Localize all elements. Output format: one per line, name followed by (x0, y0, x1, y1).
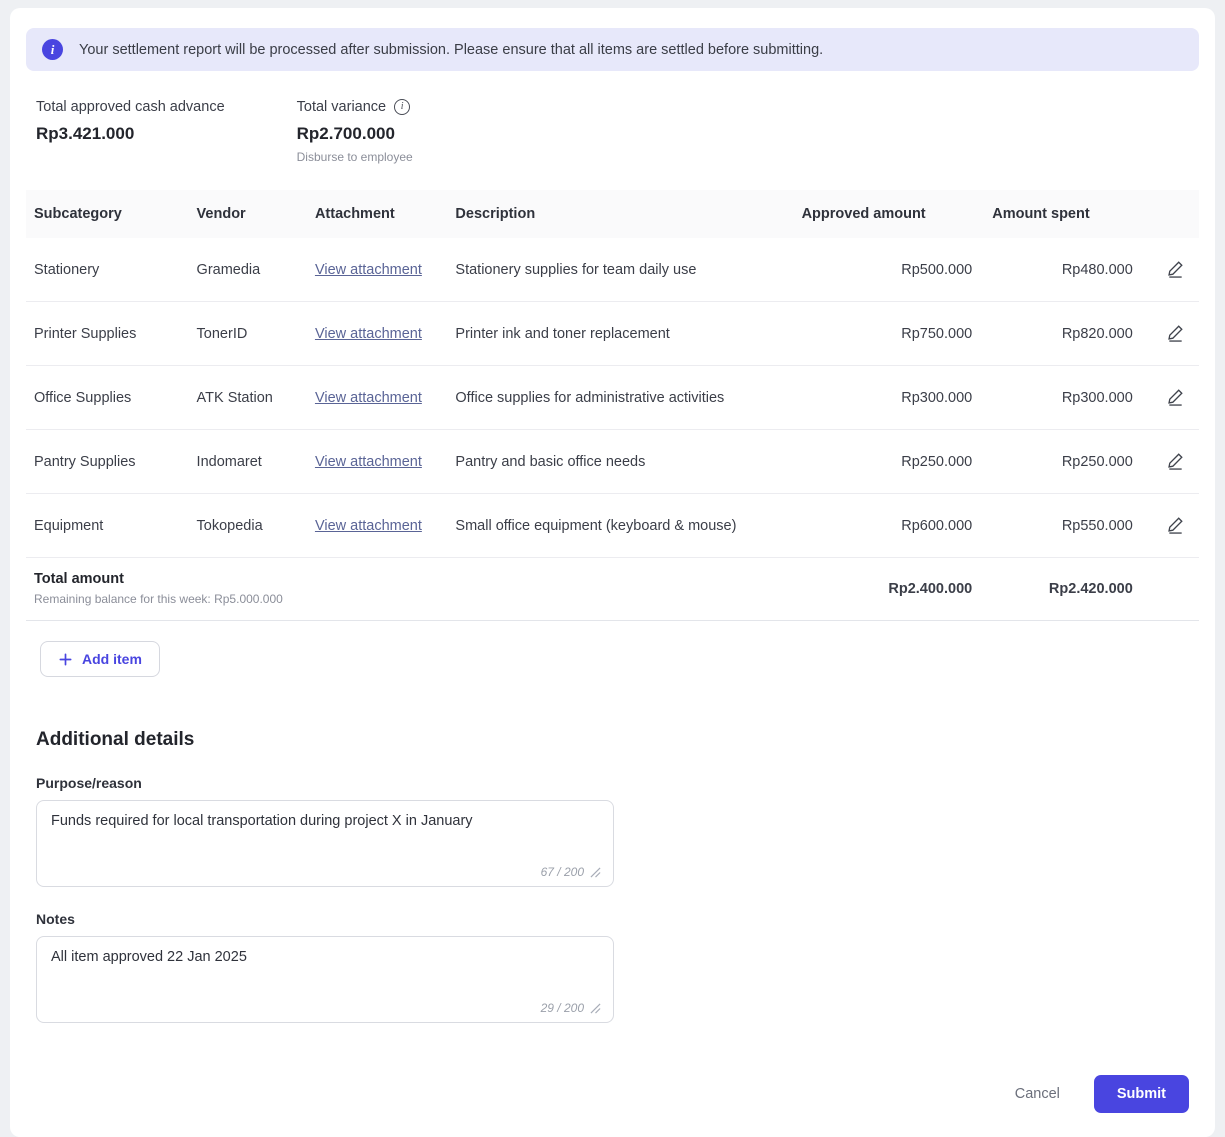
table-header-row: Subcategory Vendor Attachment Descriptio… (26, 190, 1199, 238)
additional-details-title: Additional details (36, 729, 195, 750)
cell-vendor: Gramedia (188, 238, 307, 302)
summary-section: Total approved cash advance Rp3.421.000 … (36, 99, 1189, 164)
table-row: Stationery Gramedia View attachment Stat… (26, 238, 1199, 302)
cell-vendor: TonerID (188, 301, 307, 366)
plus-icon (58, 652, 73, 667)
total-variance-block: Total variance i Rp2.700.000 Disburse to… (297, 99, 413, 164)
cell-description: Small office equipment (keyboard & mouse… (447, 493, 794, 558)
cell-subcategory: Pantry Supplies (26, 429, 189, 494)
header-attachment: Attachment (306, 190, 448, 238)
cell-subcategory: Stationery (26, 238, 189, 302)
purpose-textarea[interactable]: Funds required for local transportation … (51, 813, 599, 855)
total-approved-value: Rp2.400.000 (793, 557, 985, 621)
info-banner: i Your settlement report will be process… (26, 28, 1199, 71)
remaining-balance-note: Remaining balance for this week: Rp5.000… (34, 592, 283, 606)
header-description: Description (447, 190, 794, 238)
purpose-field-wrap: Funds required for local transportation … (36, 800, 614, 887)
variance-note: Disburse to employee (296, 150, 413, 164)
add-item-label: Add item (82, 651, 142, 667)
total-variance-label: Total variance (296, 99, 387, 115)
cell-spent: Rp550.000 (984, 493, 1145, 558)
cell-spent: Rp300.000 (984, 365, 1145, 430)
edit-row-button[interactable] (1164, 513, 1187, 536)
pencil-icon (1166, 389, 1185, 409)
add-item-button[interactable]: Add item (40, 641, 160, 677)
cell-subcategory: Office Supplies (26, 365, 189, 430)
notes-char-counter: 29 / 200 (541, 1001, 601, 1015)
total-row: Total amount Remaining balance for this … (26, 557, 1199, 621)
edit-row-button[interactable] (1164, 257, 1187, 280)
pencil-icon (1166, 517, 1185, 537)
pencil-icon (1166, 325, 1185, 345)
cell-approved: Rp750.000 (793, 301, 985, 366)
view-attachment-link[interactable]: View attachment (315, 326, 422, 342)
header-amount-spent: Amount spent (984, 190, 1145, 238)
cell-spent: Rp250.000 (984, 429, 1145, 494)
cell-approved: Rp250.000 (793, 429, 985, 494)
approved-cash-advance-value: Rp3.421.000 (36, 124, 135, 143)
cell-spent: Rp480.000 (984, 238, 1145, 302)
header-vendor: Vendor (188, 190, 307, 238)
table-row: Equipment Tokopedia View attachment Smal… (26, 493, 1199, 558)
cell-vendor: Tokopedia (188, 493, 307, 558)
submit-button[interactable]: Submit (1093, 1075, 1189, 1113)
info-icon: i (42, 39, 63, 60)
header-subcategory: Subcategory (26, 190, 189, 238)
cell-subcategory: Printer Supplies (26, 301, 189, 366)
settlement-report-card: i Your settlement report will be process… (10, 8, 1215, 1137)
purpose-char-counter: 67 / 200 (541, 865, 601, 879)
edit-row-button[interactable] (1164, 385, 1187, 408)
settlement-items-table: Subcategory Vendor Attachment Descriptio… (26, 190, 1199, 621)
cancel-button[interactable]: Cancel (1011, 1078, 1064, 1110)
cell-description: Printer ink and toner replacement (447, 301, 794, 366)
variance-info-icon[interactable]: i (394, 99, 411, 115)
cell-approved: Rp300.000 (793, 365, 985, 430)
cell-description: Stationery supplies for team daily use (447, 238, 794, 302)
banner-text: Your settlement report will be processed… (79, 41, 824, 58)
header-actions (1144, 190, 1199, 238)
cell-vendor: ATK Station (188, 365, 307, 430)
notes-field-wrap: All item approved 22 Jan 2025 29 / 200 (36, 936, 614, 1023)
edit-row-button[interactable] (1164, 449, 1187, 472)
edit-row-button[interactable] (1164, 321, 1187, 344)
cell-approved: Rp500.000 (793, 238, 985, 302)
footer-actions: Cancel Submit (26, 1075, 1189, 1113)
total-variance-value: Rp2.700.000 (296, 124, 395, 143)
cell-description: Pantry and basic office needs (447, 429, 794, 494)
cell-subcategory: Equipment (26, 493, 189, 558)
pencil-icon (1166, 453, 1185, 473)
pencil-icon (1166, 261, 1185, 281)
cell-approved: Rp600.000 (793, 493, 985, 558)
total-amount-label: Total amount (34, 571, 124, 587)
view-attachment-link[interactable]: View attachment (315, 454, 422, 470)
header-approved-amount: Approved amount (793, 190, 985, 238)
resize-grip-icon[interactable] (590, 866, 601, 878)
approved-cash-advance-block: Total approved cash advance Rp3.421.000 (36, 99, 225, 164)
cell-spent: Rp820.000 (984, 301, 1145, 366)
cell-vendor: Indomaret (188, 429, 307, 494)
cell-description: Office supplies for administrative activ… (447, 365, 794, 430)
notes-textarea[interactable]: All item approved 22 Jan 2025 (51, 949, 599, 991)
total-spent-value: Rp2.420.000 (984, 557, 1145, 621)
table-row: Printer Supplies TonerID View attachment… (26, 301, 1199, 366)
view-attachment-link[interactable]: View attachment (315, 390, 422, 406)
view-attachment-link[interactable]: View attachment (315, 262, 422, 278)
purpose-label: Purpose/reason (36, 775, 142, 791)
notes-label: Notes (36, 911, 75, 927)
table-row: Office Supplies ATK Station View attachm… (26, 365, 1199, 430)
table-row: Pantry Supplies Indomaret View attachmen… (26, 429, 1199, 494)
resize-grip-icon[interactable] (590, 1002, 601, 1014)
view-attachment-link[interactable]: View attachment (315, 518, 422, 534)
approved-cash-advance-label: Total approved cash advance (36, 99, 225, 115)
